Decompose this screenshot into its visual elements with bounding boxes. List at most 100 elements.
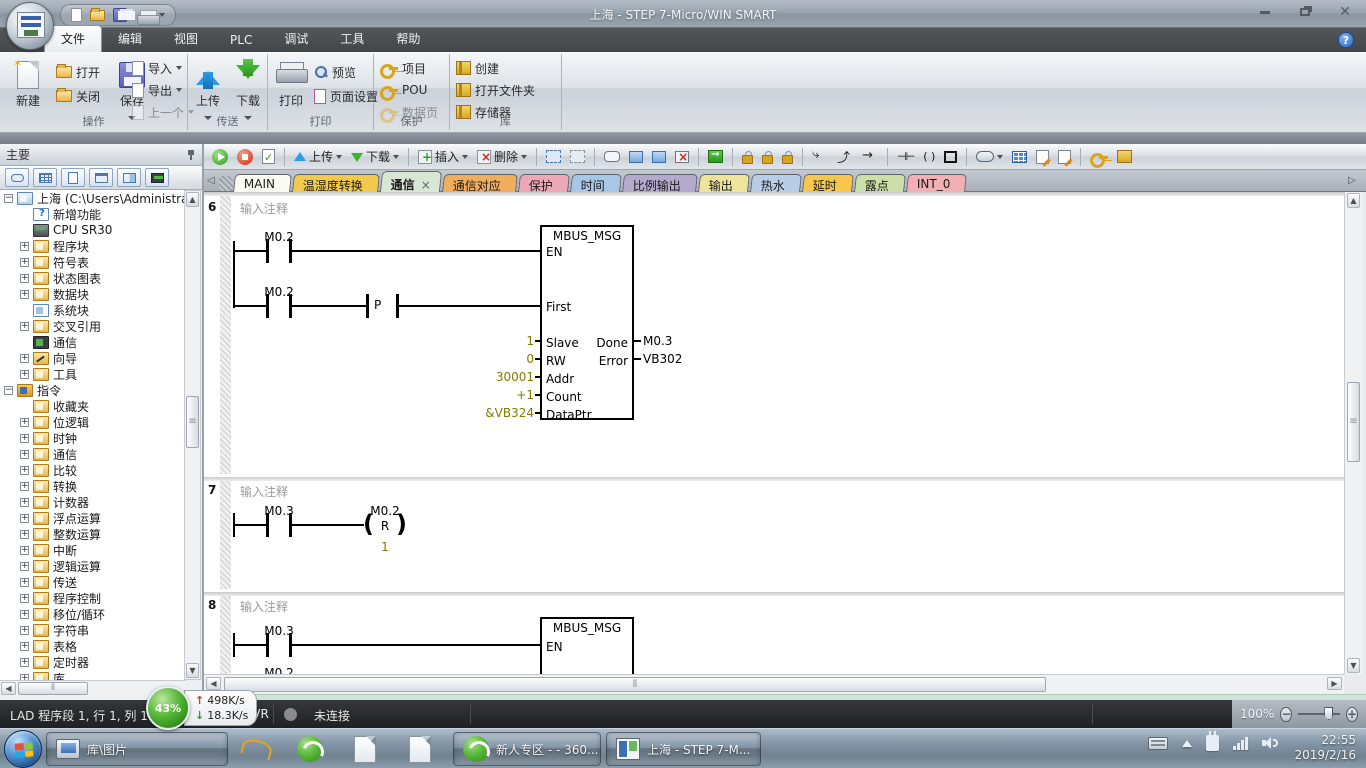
zoom-slider[interactable]	[1298, 713, 1340, 715]
paste-network-button[interactable]	[650, 146, 668, 168]
unlock-button[interactable]	[760, 146, 775, 168]
contact-operand-partial[interactable]: M0.2	[252, 666, 306, 674]
network-comment[interactable]: 输入注释	[240, 598, 288, 615]
tab-scroll-right-icon[interactable]: ▷	[1348, 174, 1360, 188]
tree-item[interactable]: 交叉引用	[0, 318, 185, 334]
scroll-up-icon[interactable]: ▲	[1347, 193, 1360, 208]
instruction-box[interactable]: MBUS_MSG EN First Slave RW Addr Count Da…	[540, 225, 634, 420]
tree-expander[interactable]	[20, 642, 29, 651]
coil-count[interactable]: 1	[360, 540, 410, 554]
instruction-box[interactable]: MBUS_MSG EN	[540, 617, 634, 674]
branch-up-button[interactable]	[835, 146, 855, 168]
pou-tab[interactable]: 保护	[518, 174, 570, 192]
pou-tab[interactable]: 露点	[854, 174, 906, 192]
pou-tab[interactable]: 输出	[698, 174, 750, 192]
tree-expander[interactable]	[20, 434, 29, 443]
panel-tool-status-chart-button[interactable]	[89, 168, 113, 187]
contact-operand[interactable]: M0.3	[252, 504, 306, 518]
tree-expander[interactable]	[20, 322, 29, 331]
tree-item[interactable]: CPU SR30	[0, 222, 185, 238]
tree-expander[interactable]	[4, 386, 13, 395]
upload-toolbar-button[interactable]: 上传	[292, 146, 344, 168]
tree-item[interactable]: 浮点运算	[0, 510, 185, 526]
tree-item[interactable]: 表格	[0, 638, 185, 654]
scroll-right-icon[interactable]: ▶	[1327, 677, 1342, 690]
menu-tab[interactable]: 工具	[324, 26, 380, 52]
preview-button[interactable]: 预览	[314, 62, 356, 82]
line-right-button[interactable]	[860, 146, 880, 168]
tree-item[interactable]: 计数器	[0, 494, 185, 510]
menu-tab[interactable]: PLC	[214, 29, 268, 52]
insert-box-button[interactable]	[942, 146, 959, 168]
ladder-editor-canvas[interactable]: 6 输入注释 M0.2 M0.2 P MBUS_MSG EN First Sla…	[204, 192, 1344, 674]
panel-tool-data-block-button[interactable]	[61, 168, 85, 187]
library-create-button[interactable]: 创建	[456, 58, 499, 78]
tab-close-icon[interactable]: ×	[421, 178, 431, 192]
contact-operand[interactable]: M0.2	[252, 230, 306, 244]
show-hidden-icons[interactable]	[1182, 740, 1192, 747]
tree-expander[interactable]	[20, 658, 29, 667]
taskbar-button[interactable]	[398, 732, 448, 766]
deselect-network-button[interactable]	[568, 146, 587, 168]
delete-button[interactable]: 删除	[475, 146, 529, 168]
power-icon[interactable]	[1206, 735, 1219, 751]
run-button[interactable]	[210, 146, 230, 168]
tree-hscroll-thumb[interactable]: ⦀	[18, 682, 88, 695]
address-toggle-button[interactable]	[974, 146, 1005, 168]
start-button[interactable]	[4, 730, 42, 768]
tree-item[interactable]: 数据块	[0, 286, 185, 302]
tree-expander[interactable]	[20, 274, 29, 283]
contact-operand[interactable]: M0.3	[252, 624, 306, 638]
pou-tab[interactable]: 热水	[750, 174, 802, 192]
tree-expander[interactable]	[20, 370, 29, 379]
tree-expander[interactable]	[20, 482, 29, 491]
network-margin[interactable]	[220, 596, 231, 674]
pou-tab[interactable]: MAIN	[233, 174, 292, 192]
editor-scroll-thumb[interactable]	[1347, 382, 1360, 462]
tree-expander[interactable]	[20, 466, 29, 475]
tree-item[interactable]: 向导	[0, 350, 185, 366]
network-margin[interactable]	[220, 196, 231, 474]
tree-item[interactable]: 中断	[0, 542, 185, 558]
maximize-button[interactable]	[1292, 4, 1318, 20]
tree-item[interactable]: 指令	[0, 382, 185, 398]
export-button[interactable]: 导出	[132, 80, 182, 100]
pin-icon[interactable]	[186, 149, 196, 161]
tree-item[interactable]: 逻辑运算	[0, 558, 185, 574]
editor-hscroll-thumb[interactable]: ⦀	[224, 677, 1046, 692]
tree-expander[interactable]	[20, 242, 29, 251]
network-comment[interactable]: 输入注释	[240, 200, 288, 217]
contact-bar[interactable]	[266, 513, 269, 537]
taskbar-clock[interactable]: 22:55 2019/2/16	[1294, 733, 1356, 763]
tree-expander[interactable]	[20, 354, 29, 363]
pou-tab[interactable]: 温湿度转换	[292, 174, 380, 192]
editor-vertical-scrollbar[interactable]: ▲ ▼	[1344, 192, 1362, 674]
taskbar-button[interactable]	[233, 732, 283, 766]
import-button[interactable]: 导入	[132, 58, 182, 78]
net-speed-widget[interactable]: 43% ↑498K/s ↓18.3K/s	[146, 686, 257, 730]
tree-item[interactable]: 移位/循环	[0, 606, 185, 622]
param-value[interactable]: &VB324	[444, 406, 534, 420]
protect-pou-button[interactable]: POU	[380, 80, 427, 100]
page-setup-button[interactable]: 页面设置	[314, 86, 378, 106]
tree-item[interactable]: 通信	[0, 446, 185, 462]
compile-button[interactable]	[260, 146, 277, 168]
tree-item[interactable]: 时钟	[0, 430, 185, 446]
tree-expander[interactable]	[20, 418, 29, 427]
scroll-down-icon[interactable]: ▼	[186, 663, 199, 678]
tree-item[interactable]: 程序块	[0, 238, 185, 254]
taskbar-button[interactable]: 新人专区 - - 360...	[453, 732, 601, 766]
panel-tool-operands-button[interactable]	[5, 168, 29, 187]
delete-network-button[interactable]	[673, 146, 691, 168]
scroll-left-icon[interactable]: ◀	[1, 682, 16, 695]
panel-tool-cross-ref-button[interactable]	[117, 168, 141, 187]
volume-icon[interactable]	[1262, 736, 1278, 750]
tree-expander[interactable]	[20, 578, 29, 587]
tree-item[interactable]: 工具	[0, 366, 185, 382]
param-value[interactable]: 0	[444, 352, 534, 366]
tree-expander[interactable]	[20, 498, 29, 507]
tree-expander[interactable]	[4, 194, 13, 203]
branch-down-button[interactable]	[810, 146, 830, 168]
editor-horizontal-scrollbar[interactable]: ◀ ⦀ ▶	[204, 674, 1344, 694]
insert-coil-button[interactable]: ( )	[921, 146, 937, 168]
